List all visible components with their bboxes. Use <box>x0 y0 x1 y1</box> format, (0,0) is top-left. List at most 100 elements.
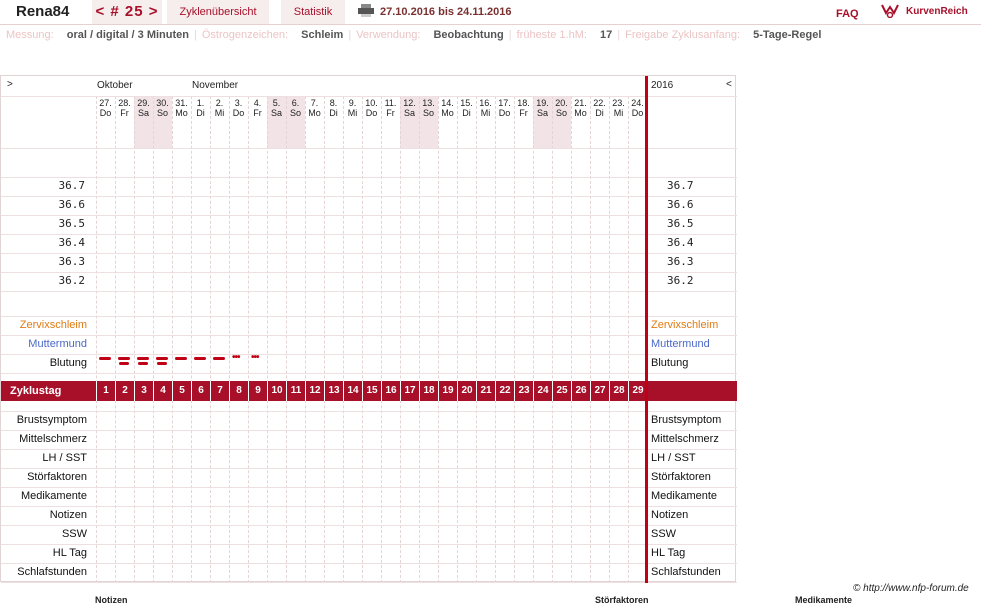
cycle-day-number[interactable]: 22 <box>495 381 514 401</box>
symptom-row-label-right: LH / SST <box>651 452 696 464</box>
cycle-day-number[interactable]: 20 <box>457 381 476 401</box>
symptom-row-label-right: Schlafstunden <box>651 566 721 578</box>
day-column-header[interactable]: 21. Mo <box>571 96 590 148</box>
cycle-day-number[interactable]: 4 <box>153 381 172 401</box>
current-day-marker <box>645 76 648 583</box>
day-column-header[interactable]: 5. Sa <box>267 96 286 148</box>
cycle-day-number[interactable]: 17 <box>400 381 419 401</box>
cycle-day-number[interactable]: 28 <box>609 381 628 401</box>
date-range: 27.10.2016 bis 24.11.2016 <box>358 0 512 24</box>
day-weekday: Mi <box>480 108 491 118</box>
day-weekday: Fr <box>386 108 395 118</box>
cycle-day-number[interactable]: 3 <box>134 381 153 401</box>
cycle-day-number[interactable]: 13 <box>324 381 343 401</box>
info-value: 5-Tage-Regel <box>753 29 822 41</box>
row-label-cervix-right: Muttermund <box>651 338 710 350</box>
cycle-day-number[interactable]: 9 <box>248 381 267 401</box>
cycle-day-number[interactable]: 15 <box>362 381 381 401</box>
day-column-header[interactable]: 17. Do <box>495 96 514 148</box>
temp-tick-left: 36.2 <box>58 274 86 287</box>
day-column-header[interactable]: 2. Mi <box>210 96 229 148</box>
info-separator: | <box>508 29 512 41</box>
cycle-day-number[interactable]: 7 <box>210 381 229 401</box>
day-column-header[interactable]: 4. Fr <box>248 96 267 148</box>
cycle-day-number[interactable]: 11 <box>286 381 305 401</box>
day-column-header[interactable]: 1. Di <box>191 96 210 148</box>
scroll-right-button[interactable]: < <box>726 79 732 90</box>
grid-column-line <box>267 96 268 583</box>
cycle-day-number[interactable]: 21 <box>476 381 495 401</box>
day-weekday: So <box>555 108 567 118</box>
day-column-header[interactable]: 3. Do <box>229 96 248 148</box>
day-column-header[interactable]: 8. Di <box>324 96 343 148</box>
cycle-day-number[interactable]: 10 <box>267 381 286 401</box>
day-column-header[interactable]: 10. Do <box>362 96 381 148</box>
row-label-bleeding: Blutung <box>49 357 87 369</box>
day-column-header[interactable]: 11. Fr <box>381 96 400 148</box>
cycle-navigator[interactable]: < # 25 > <box>92 0 162 24</box>
cycle-day-number[interactable]: 2 <box>115 381 134 401</box>
day-column-header[interactable]: 16. Mi <box>476 96 495 148</box>
tab-cycle-overview[interactable]: Zyklenübersicht <box>167 0 269 24</box>
print-icon[interactable] <box>358 4 374 17</box>
cycle-day-number[interactable]: 6 <box>191 381 210 401</box>
day-column-header[interactable]: 9. Mi <box>343 96 362 148</box>
temp-tick-right: 36.3 <box>667 255 694 268</box>
day-column-header[interactable]: 27. Do <box>96 96 115 148</box>
day-date: 17. <box>498 98 511 108</box>
grid-row-line <box>1 582 737 583</box>
grid-row-line <box>1 148 737 149</box>
cycle-day-number[interactable]: 16 <box>381 381 400 401</box>
year-label: 2016 <box>651 80 674 91</box>
grid-row-line <box>1 354 737 355</box>
cycle-day-number[interactable]: 1 <box>96 381 115 401</box>
day-column-header[interactable]: 23. Mi <box>609 96 628 148</box>
bleeding-medium-marker <box>194 357 206 360</box>
info-label: Messung: <box>6 29 54 41</box>
grid-column-line <box>495 96 496 583</box>
day-column-header[interactable]: 28. Fr <box>115 96 134 148</box>
day-column-header[interactable]: 22. Di <box>590 96 609 148</box>
cycle-day-number[interactable]: 12 <box>305 381 324 401</box>
cycle-day-number[interactable]: 14 <box>343 381 362 401</box>
day-column-header[interactable]: 31. Mo <box>172 96 191 148</box>
day-column-header[interactable]: 18. Fr <box>514 96 533 148</box>
tab-statistics[interactable]: Statistik <box>281 0 345 24</box>
logo[interactable]: KurvenReich <box>880 2 968 22</box>
cycle-day-number[interactable]: 23 <box>514 381 533 401</box>
cycle-day-number[interactable]: 27 <box>590 381 609 401</box>
temp-tick-right: 36.5 <box>667 217 694 230</box>
username: Rena84 <box>0 0 86 24</box>
cycle-day-number[interactable]: 5 <box>172 381 191 401</box>
scroll-left-button[interactable]: > <box>7 79 13 90</box>
day-column-header[interactable]: 14. Mo <box>438 96 457 148</box>
day-column-header[interactable]: 20. So <box>552 96 571 148</box>
cycle-day-number[interactable]: 26 <box>571 381 590 401</box>
month-label-1: Oktober <box>97 80 133 91</box>
symptom-row-label-right: Medikamente <box>651 490 718 502</box>
day-date: 9. <box>348 98 357 108</box>
day-column-header[interactable]: 12. Sa <box>400 96 419 148</box>
grid-column-line <box>400 96 401 583</box>
faq-link[interactable]: FAQ <box>836 8 859 20</box>
day-column-header[interactable]: 13. So <box>419 96 438 148</box>
cycle-day-number[interactable]: 8 <box>229 381 248 401</box>
grid-column-line <box>305 96 306 583</box>
day-column-header[interactable]: 7. Mo <box>305 96 324 148</box>
day-column-header[interactable]: 30. So <box>153 96 172 148</box>
day-column-header[interactable]: 29. Sa <box>134 96 153 148</box>
bleeding-heavy-marker-2 <box>119 362 129 365</box>
cycle-day-number[interactable]: 25 <box>552 381 571 401</box>
cycle-day-number[interactable]: 18 <box>419 381 438 401</box>
day-column-header[interactable]: 15. Di <box>457 96 476 148</box>
symptom-row-label: LH / SST <box>42 452 87 464</box>
grid-column-line <box>514 96 515 583</box>
temp-tick-left: 36.3 <box>58 255 86 268</box>
cycle-day-number[interactable]: 19 <box>438 381 457 401</box>
info-label: Verwendung: <box>356 29 421 41</box>
day-column-header[interactable]: 19. Sa <box>533 96 552 148</box>
cycle-day-number[interactable]: 24 <box>533 381 552 401</box>
grid-row-line <box>1 544 737 545</box>
day-column-header[interactable]: 6. So <box>286 96 305 148</box>
grid-row-line <box>1 316 737 317</box>
